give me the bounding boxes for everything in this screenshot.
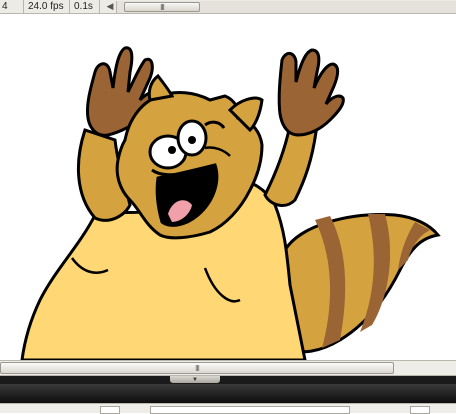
collapse-panel-icon[interactable]: ▼ [170,376,220,383]
current-frame-readout: 4 [0,0,24,14]
stage-horizontal-scrollbar[interactable]: III [0,360,456,376]
right-hand [277,48,345,137]
tail [283,213,441,354]
right-arm [263,123,318,207]
stage-canvas[interactable] [0,15,456,360]
properties-panel-header [0,384,456,403]
left-ear [147,73,175,102]
panel-splitter[interactable]: ▼ [0,376,456,384]
frame-rate-readout[interactable]: 24.0 fps [24,0,70,14]
stage-scroll-thumb[interactable]: III [0,362,394,374]
timeline-scroll-thumb[interactable]: III [124,2,200,12]
properties-panel-toolbar [0,403,456,414]
raccoon-illustration[interactable] [0,15,456,360]
elapsed-time-readout: 0.1s [70,0,100,14]
